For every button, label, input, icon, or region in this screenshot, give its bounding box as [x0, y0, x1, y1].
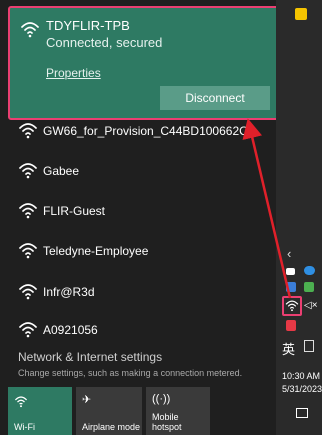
taskbar-strip [276, 0, 322, 435]
wifi-icon [285, 300, 299, 312]
network-item[interactable]: Infr@R3d [0, 274, 276, 310]
tray-wifi-icon[interactable] [282, 296, 302, 316]
network-settings-description: Change settings, such as making a connec… [18, 368, 243, 378]
airplane-mode-tile[interactable]: ✈ Airplane mode [76, 387, 142, 435]
disconnect-button[interactable]: Disconnect [160, 86, 270, 110]
hotspot-label-line2: hotspot [152, 422, 182, 432]
wifi-icon [19, 243, 37, 259]
sticky-notes-icon[interactable] [295, 8, 307, 20]
network-name: FLIR-Guest [43, 204, 106, 218]
chat-icon[interactable] [304, 282, 314, 292]
wifi-icon [19, 163, 37, 179]
network-name: Teledyne-Employee [43, 244, 149, 258]
wifi-icon [19, 123, 37, 139]
battery-icon[interactable] [286, 268, 295, 275]
network-name: GW66_for_Provision_C44BD100662C [43, 124, 248, 138]
wifi-tile-label: Wi-Fi [14, 422, 35, 432]
network-name: Infr@R3d [43, 285, 95, 299]
network-name: A0921056 [43, 323, 98, 337]
network-item[interactable]: Teledyne-Employee [0, 233, 276, 269]
network-item[interactable]: GW66_for_Provision_C44BD100662C [0, 113, 276, 149]
connected-network-card[interactable]: TDYFLIR-TPB Connected, secured Propertie… [8, 6, 280, 120]
show-hidden-icons-chevron-icon[interactable]: ‹ [287, 246, 291, 261]
hotspot-tile-label: Mobile hotspot [152, 412, 182, 432]
volume-muted-icon[interactable]: ◁× [304, 300, 318, 311]
wifi-icon [19, 322, 37, 338]
notifications-icon[interactable] [296, 408, 308, 418]
connected-ssid: TDYFLIR-TPB [46, 18, 130, 33]
hotspot-label-line1: Mobile [152, 412, 179, 422]
ime-mode-icon[interactable] [304, 340, 314, 352]
mobile-hotspot-tile[interactable]: ((·)) Mobile hotspot [146, 387, 210, 435]
network-flyout: TDYFLIR-TPB Connected, secured Propertie… [0, 0, 280, 435]
airplane-tile-label: Airplane mode [82, 422, 141, 432]
clock-time[interactable]: 10:30 AM [282, 371, 320, 381]
wifi-icon [14, 396, 28, 408]
wifi-icon [21, 22, 39, 38]
network-item[interactable]: Gabee [0, 153, 276, 189]
wifi-toggle-tile[interactable]: Wi-Fi [8, 387, 72, 435]
properties-link[interactable]: Properties [46, 66, 101, 80]
wifi-icon [19, 284, 37, 300]
wifi-icon [19, 203, 37, 219]
network-name: Gabee [43, 164, 80, 178]
teams-icon[interactable] [286, 282, 296, 292]
language-indicator[interactable]: 英 [282, 339, 295, 358]
network-settings-link[interactable]: Network & Internet settings [18, 350, 162, 364]
clock-date[interactable]: 5/31/2023 [282, 384, 322, 394]
cloud-icon[interactable] [304, 266, 315, 275]
app-tray-icon[interactable] [286, 320, 296, 331]
connection-status: Connected, secured [46, 35, 163, 50]
hotspot-icon: ((·)) [152, 393, 171, 405]
network-item[interactable]: FLIR-Guest [0, 193, 276, 229]
airplane-icon: ✈ [82, 394, 92, 406]
network-item[interactable]: A0921056 [0, 312, 276, 348]
